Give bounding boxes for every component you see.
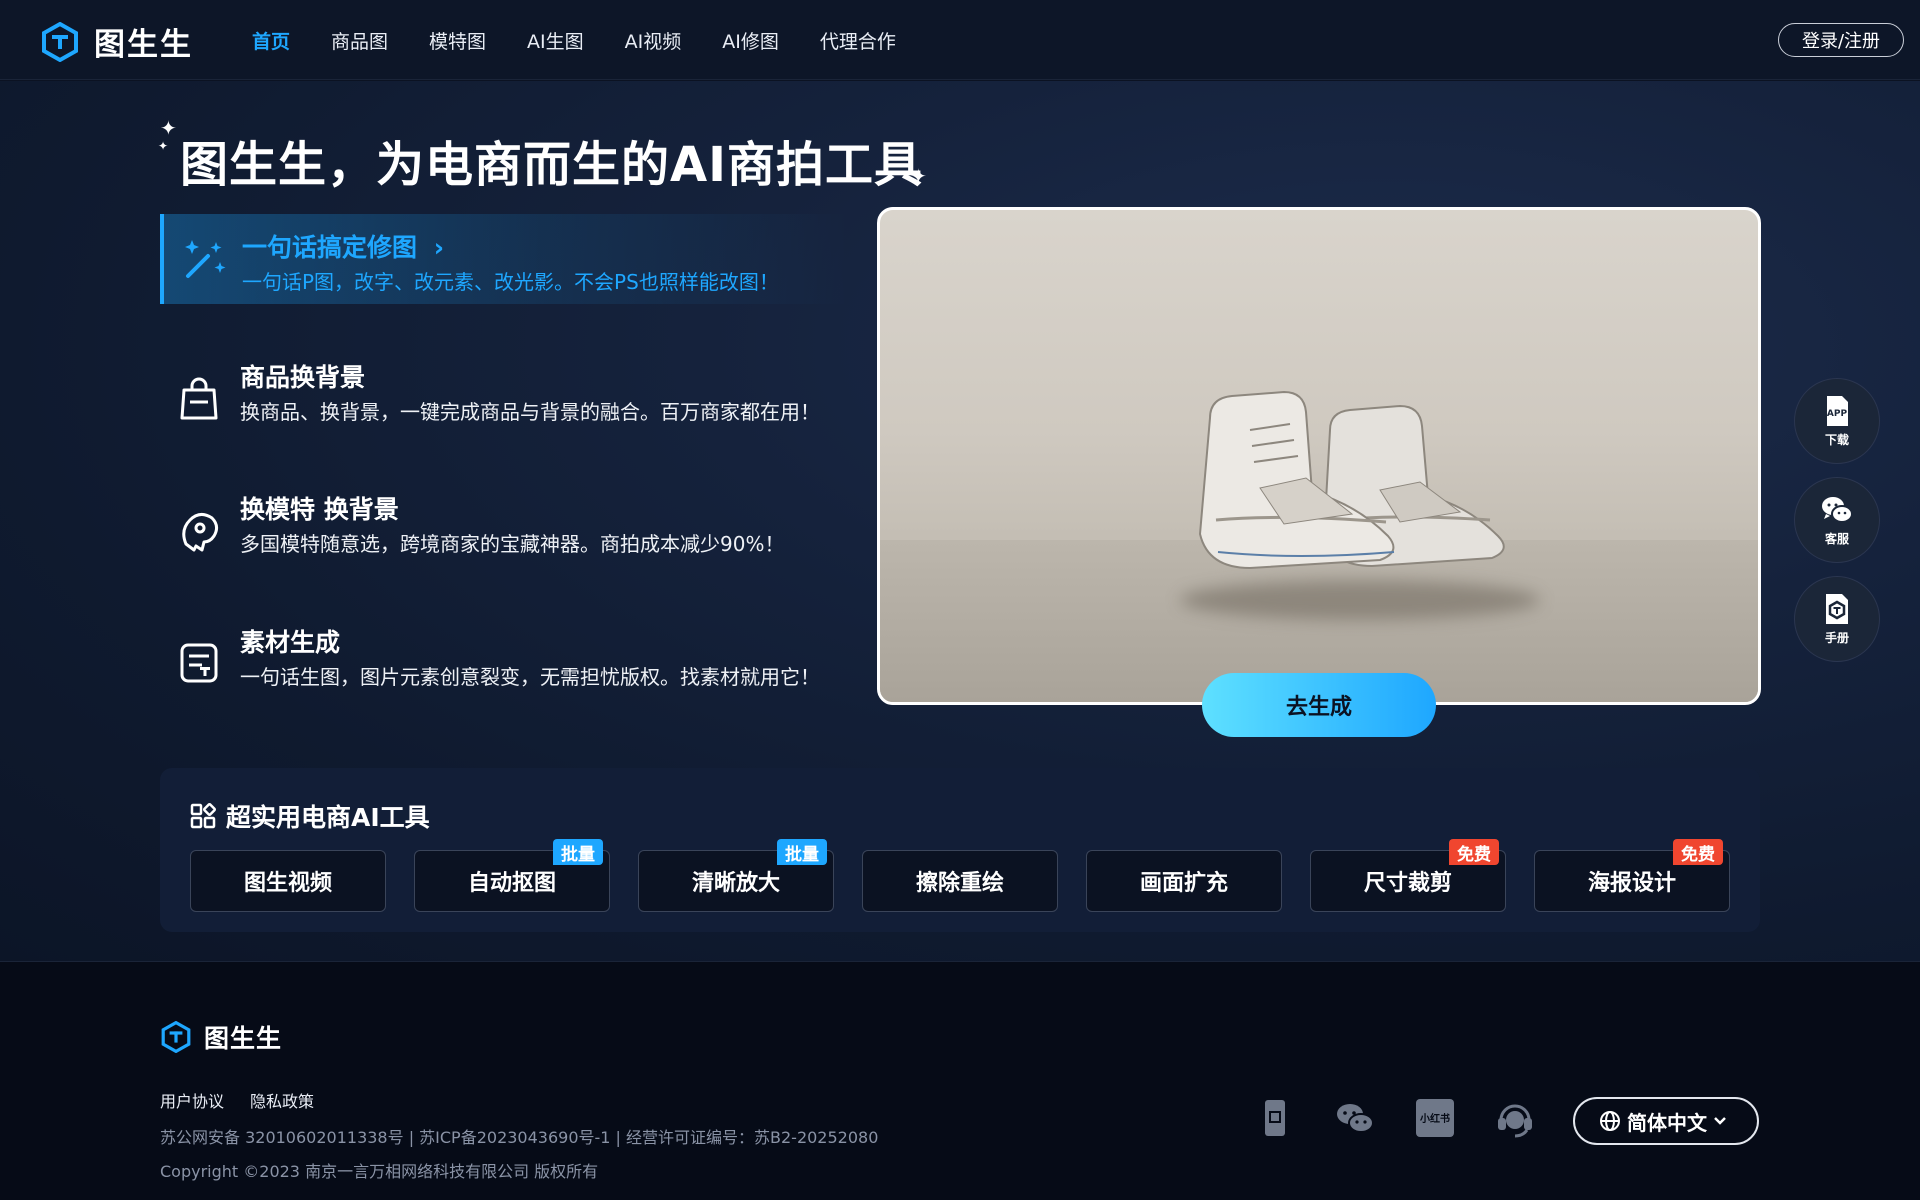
feature-desc: 多国模特随意选，跨境商家的宝藏神器。商拍成本减少90%！: [240, 532, 785, 556]
footer-logo[interactable]: 图生生: [160, 1019, 282, 1055]
feature-title: 换模特 换背景: [240, 495, 399, 524]
showcase-image: [877, 207, 1761, 705]
privacy-policy-link[interactable]: 隐私政策: [250, 1088, 314, 1112]
go-generate-button[interactable]: 去生成: [1202, 673, 1436, 737]
tool-erase-redraw[interactable]: 擦除重绘: [862, 850, 1058, 912]
nav-item-product-image[interactable]: 商品图: [331, 27, 388, 54]
tool-upscale[interactable]: 清晰放大 批量: [638, 839, 834, 912]
svg-text:APP: APP: [1827, 409, 1848, 419]
nav-item-model-image[interactable]: 模特图: [429, 27, 486, 54]
tool-poster-design[interactable]: 海报设计 免费: [1534, 839, 1730, 912]
feature-title: 一句话搞定修图 ›: [242, 233, 445, 262]
manual-button[interactable]: 手册: [1794, 576, 1880, 662]
sneaker-image: [1198, 390, 1505, 570]
feature-item-material[interactable]: 素材生成 一句话生图，图片元素创意裂变，无需担忧版权。找素材就用它！: [160, 623, 850, 703]
feature-desc: 一句话P图，改字、改元素、改光影。不会PS也照样能改图！: [242, 270, 779, 294]
nav-item-ai-image[interactable]: AI生图: [527, 27, 584, 54]
footer-links: 用户协议 隐私政策: [160, 1088, 340, 1112]
chevron-down-icon: [1714, 1117, 1726, 1125]
wechat-button[interactable]: [1333, 1096, 1377, 1140]
nav-item-ai-retouch[interactable]: AI修图: [722, 27, 779, 54]
globe-icon: [1600, 1111, 1620, 1131]
license-info: 苏公网安备 32010602011338号 | 苏ICP备2023043690号…: [160, 1128, 879, 1147]
tool-auto-cutout[interactable]: 自动抠图 批量: [414, 839, 610, 912]
grid-icon: [190, 803, 216, 829]
manual-icon: [1826, 594, 1848, 624]
wechat-icon: [1822, 497, 1853, 523]
tool-resize-crop[interactable]: 尺寸裁剪 免费: [1310, 839, 1506, 912]
app-download-button[interactable]: APP 下载: [1794, 378, 1880, 464]
material-icon: [180, 643, 218, 683]
feature-item-retouch[interactable]: 一句话搞定修图 › 一句话P图，改字、改元素、改光影。不会PS也照样能改图！: [160, 214, 850, 304]
tools-panel: 超实用电商AI工具 图生视频 自动抠图 批量 清晰放大 批量 擦除重绘 画面扩充…: [160, 768, 1760, 932]
app-download-icon: APP: [1827, 396, 1848, 426]
nav-item-ai-video[interactable]: AI视频: [625, 27, 682, 54]
tool-image-to-video[interactable]: 图生视频: [190, 850, 386, 912]
logo[interactable]: 图生生: [40, 19, 193, 64]
shopping-bag-icon: [180, 377, 218, 420]
batch-badge: 批量: [777, 839, 827, 865]
hero-title: 图生生，为电商而生的AI商拍工具: [180, 137, 924, 193]
batch-badge: 批量: [553, 839, 603, 865]
model-icon: [182, 513, 219, 552]
footer: 图生生 用户协议 隐私政策 苏公网安备 32010602011338号 | 苏I…: [0, 961, 1920, 1200]
language-selector[interactable]: 简体中文: [1573, 1097, 1759, 1145]
xiaohongshu-button[interactable]: 小红书: [1413, 1096, 1457, 1140]
customer-service-icon: [1498, 1104, 1532, 1138]
sparkle-icon: ✦: [158, 139, 169, 153]
customer-service-button[interactable]: [1493, 1096, 1537, 1140]
tools-title: 超实用电商AI工具: [190, 798, 430, 834]
chevron-right-icon: ›: [433, 233, 445, 262]
phone-button[interactable]: [1253, 1096, 1297, 1140]
phone-icon: [1265, 1100, 1285, 1136]
logo-icon: [161, 1021, 191, 1053]
top-nav: 图生生 首页 商品图 模特图 AI生图 AI视频 AI修图 代理合作 登录/注册: [0, 0, 1920, 80]
free-badge: 免费: [1449, 839, 1499, 865]
magic-wand-icon: [185, 240, 226, 278]
copyright: Copyright ©2023 南京一言万相网络科技有限公司 版权所有: [160, 1162, 599, 1181]
feature-item-model[interactable]: 换模特 换背景 多国模特随意选，跨境商家的宝藏神器。商拍成本减少90%！: [160, 490, 850, 570]
sparkle-icon: ✦: [160, 116, 177, 140]
free-badge: 免费: [1673, 839, 1723, 865]
feature-item-background[interactable]: 商品换背景 换商品、换背景，一键完成商品与背景的融合。百万商家都在用！: [160, 358, 850, 438]
user-agreement-link[interactable]: 用户协议: [160, 1088, 224, 1112]
nav-item-home[interactable]: 首页: [252, 27, 290, 54]
login-register-button[interactable]: 登录/注册: [1778, 23, 1904, 57]
feature-title: 素材生成: [240, 628, 341, 657]
wechat-icon: [1337, 1104, 1374, 1133]
tool-outpaint[interactable]: 画面扩充: [1086, 850, 1282, 912]
svg-text:小红书: 小红书: [1419, 1112, 1450, 1125]
logo-icon: [42, 21, 78, 62]
xiaohongshu-icon: 小红书: [1416, 1099, 1454, 1137]
feature-desc: 一句话生图，图片元素创意裂变，无需担忧版权。找素材就用它！: [240, 665, 820, 689]
customer-service-button[interactable]: 客服: [1794, 477, 1880, 563]
feature-desc: 换商品、换背景，一键完成商品与背景的融合。百万商家都在用！: [240, 400, 820, 424]
feature-title: 商品换背景: [240, 363, 366, 392]
nav-item-agency[interactable]: 代理合作: [820, 27, 896, 54]
nav-links: 首页 商品图 模特图 AI生图 AI视频 AI修图 代理合作: [252, 0, 937, 80]
logo-text: 图生生: [94, 27, 193, 63]
